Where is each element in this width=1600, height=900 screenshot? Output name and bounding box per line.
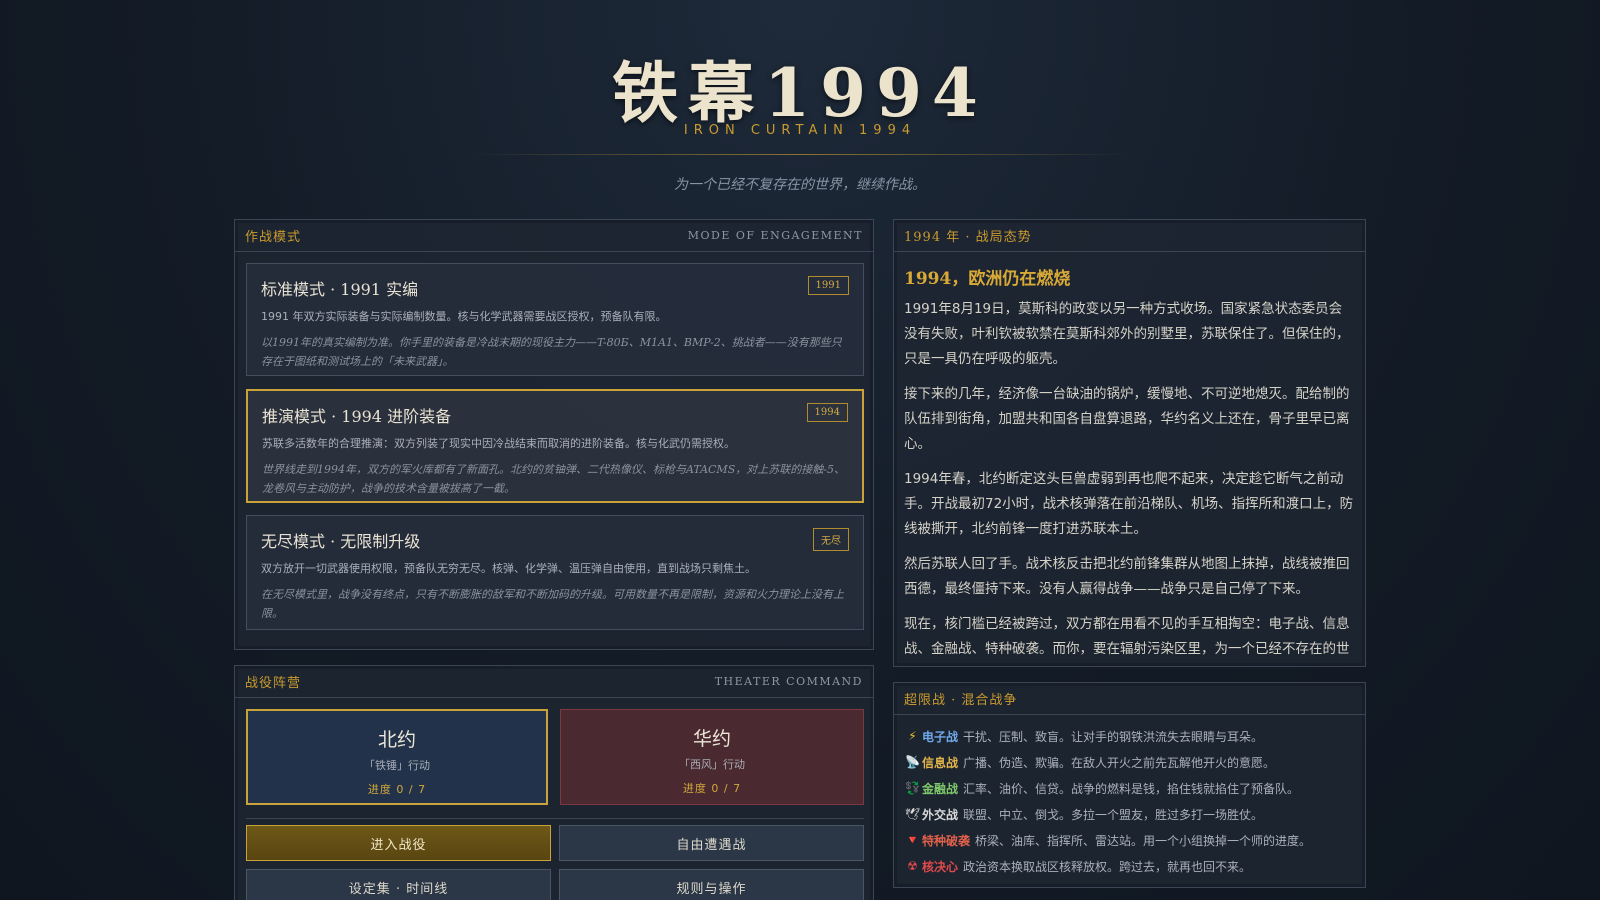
tagline: 为一个已经不复存在的世界，继续作战。 (674, 177, 926, 193)
mode-panel-title-en: MODE OF ENGAGEMENT (687, 229, 863, 242)
hybrid-item-desc: 联盟、中立、倒戈。多拉一个盟友，胜过多打一场胜仗。 (963, 807, 1264, 822)
mode-flavor: 世界线走到1994年，双方的军火库都有了新面孔。北约的贫铀弹、二代热像仪、标枪与… (262, 463, 845, 495)
faction-nato-button[interactable]: 北约 「铁锤」行动 进度 0 / 7 (246, 709, 548, 805)
mode-tag: 1994 (806, 403, 848, 422)
mode-panel-title: 作战模式 (245, 230, 302, 245)
faction-name: 北约 (377, 729, 416, 751)
theater-panel-header: 战役阵营 THEATER COMMAND (235, 666, 873, 698)
faction-progress: 进度 0 / 7 (367, 783, 427, 796)
rules-button[interactable]: 规则与操作 (559, 869, 864, 900)
mode-title: 标准模式 · 1991 实编 (261, 280, 419, 299)
settings-timeline-button[interactable]: 设定集 · 时间线 (246, 869, 551, 900)
situation-paragraph: 接下来的几年，经济像一台缺油的锅炉，缓慢地、不可逆地熄灭。配给制的队伍排到街角，… (904, 386, 1350, 452)
situation-scroll-area[interactable]: 1994，欧洲仍在燃烧 1991年8月19日，莫斯科的政变以另一种方式收场。国家… (894, 252, 1365, 666)
mode-tag: 1991 (807, 276, 849, 295)
mode-flavor: 以1991年的真实编制为准。你手里的装备是冷战末期的现役主力——T-80Б、M1… (261, 336, 842, 368)
faction-operation: 「西风」行动 (679, 758, 745, 771)
hybrid-item-desc: 汇率、油价、信贷。战争的燃料是钱，掐住钱就掐住了预备队。 (963, 781, 1300, 796)
hybrid-item-sabotage: 🔻 特种破袭 桥梁、油库、指挥所、雷达站。用一个小组换掉一个师的进度。 (894, 827, 1365, 853)
money-icon: 💱 (905, 781, 920, 795)
hybrid-item-name: 核决心 (922, 859, 959, 874)
page-title: 铁幕1994 (612, 54, 988, 132)
theater-panel-title-en: THEATER COMMAND (714, 675, 863, 688)
lightning-icon: ⚡ (908, 729, 917, 743)
mode-desc: 双方放开一切武器使用权限，预备队无穷无尽。核弹、化学弹、温压弹自由使用，直到战场… (261, 562, 756, 575)
theater-panel-title: 战役阵营 (245, 676, 302, 691)
mode-flavor: 在无尽模式里，战争没有终点，只有不断膨胀的敌军和不断加码的升级。可用数量不再是限… (261, 588, 844, 620)
mode-panel-header: 作战模式 MODE OF ENGAGEMENT (235, 220, 873, 252)
hybrid-item-diplomatic: 🕊 外交战 联盟、中立、倒戈。多拉一个盟友，胜过多打一场胜仗。 (894, 801, 1365, 827)
mode-desc: 苏联多活数年的合理推演：双方列装了现实中因冷战结束而取消的进阶装备。核与化武仍需… (262, 437, 735, 450)
hybrid-list: ⚡ 电子战 干扰、压制、致盲。让对手的钢铁洪流失去眼睛与耳朵。 📡 信息战 广播… (894, 723, 1365, 879)
theater-divider (246, 818, 864, 819)
mode-title: 推演模式 · 1994 进阶装备 (262, 407, 452, 426)
mode-title: 无尽模式 · 无限制升级 (261, 532, 421, 551)
situation-paragraph: 然后苏联人回了手。战术核反击把北约前锋集群从地图上抹掉，战线被推回西德，最终僵持… (904, 556, 1350, 597)
hybrid-item-name: 信息战 (922, 755, 959, 770)
page-subtitle: IRON CURTAIN 1994 (683, 123, 917, 138)
hybrid-item-financial: 💱 金融战 汇率、油价、信贷。战争的燃料是钱，掐住钱就掐住了预备队。 (894, 775, 1365, 801)
hybrid-item-name: 外交战 (922, 807, 959, 822)
mode-card-endless[interactable]: 无尽模式 · 无限制升级 无尽 双方放开一切武器使用权限，预备队无穷无尽。核弹、… (246, 515, 864, 630)
mode-desc: 1991 年双方实际装备与实际编制数量。核与化学武器需要战区授权，预备队有限。 (261, 310, 667, 323)
hybrid-panel-header: 超限战 · 混合战争 (894, 683, 1365, 715)
faction-operation: 「铁锤」行动 (364, 759, 430, 772)
hybrid-panel-title: 超限战 · 混合战争 (904, 693, 1018, 708)
hybrid-panel: 超限战 · 混合战争 ⚡ 电子战 干扰、压制、致盲。让对手的钢铁洪流失去眼睛与耳… (893, 682, 1366, 888)
hybrid-item-desc: 广播、伪造、欺骗。在敌人开火之前先瓦解他开火的意愿。 (963, 755, 1276, 770)
header-divider (470, 154, 1130, 155)
situation-paragraph: 1994年春，北约断定这头巨兽虚弱到再也爬不起来，决定趁它断气之前动手。开战最初… (904, 471, 1354, 537)
hybrid-item-nuclear: ☢ 核决心 政治资本换取战区核释放权。跨过去，就再也回不来。 (894, 853, 1365, 879)
faction-warsaw-pact-button[interactable]: 华约 「西风」行动 进度 0 / 7 (560, 709, 864, 805)
situation-panel-title: 1994 年 · 战局态势 (904, 230, 1032, 245)
hybrid-item-name: 特种破袭 (922, 833, 971, 848)
mode-card-standard[interactable]: 标准模式 · 1991 实编 1991 1991 年双方实际装备与实际编制数量。… (246, 263, 864, 376)
theater-panel: 战役阵营 THEATER COMMAND 北约 「铁锤」行动 进度 0 / 7 … (234, 665, 874, 900)
free-battle-button[interactable]: 自由遭遇战 (559, 825, 864, 861)
situation-paragraph: 现在，核门槛已经被跨过，双方都在用看不见的手互相掏空：电子战、信息战、金融战、特… (904, 616, 1350, 657)
enter-campaign-button[interactable]: 进入战役 (246, 825, 551, 861)
hybrid-item-desc: 干扰、压制、致盲。让对手的钢铁洪流失去眼睛与耳朵。 (963, 729, 1264, 744)
mode-panel: 作战模式 MODE OF ENGAGEMENT 标准模式 · 1991 实编 1… (234, 219, 874, 650)
dove-icon: 🕊 (904, 807, 921, 821)
mode-tag: 无尽 (813, 528, 849, 551)
hybrid-item-name: 金融战 (922, 781, 959, 796)
hybrid-item-desc: 政治资本换取战区核释放权。跨过去，就再也回不来。 (963, 859, 1252, 874)
broadcast-icon: 📡 (905, 755, 920, 769)
hybrid-item-name: 电子战 (922, 729, 959, 744)
hybrid-item-desc: 桥梁、油库、指挥所、雷达站。用一个小组换掉一个师的进度。 (975, 833, 1312, 848)
situation-heading: 1994，欧洲仍在燃烧 (904, 269, 1071, 289)
situation-panel-header: 1994 年 · 战局态势 (894, 220, 1365, 252)
mode-card-1994[interactable]: 推演模式 · 1994 进阶装备 1994 苏联多活数年的合理推演：双方列装了现… (246, 389, 864, 503)
drop-down-triangle-icon: 🔻 (905, 833, 920, 847)
faction-name: 华约 (692, 728, 731, 750)
situation-paragraph: 1991年8月19日，莫斯科的政变以另一种方式收场。国家紧急状态委员会没有失败，… (904, 301, 1350, 367)
faction-progress: 进度 0 / 7 (682, 782, 742, 795)
situation-panel: 1994 年 · 战局态势 1994，欧洲仍在燃烧 1991年8月19日，莫斯科… (893, 219, 1366, 667)
hybrid-item-information: 📡 信息战 广播、伪造、欺骗。在敌人开火之前先瓦解他开火的意愿。 (894, 749, 1365, 775)
hybrid-item-electronic: ⚡ 电子战 干扰、压制、致盲。让对手的钢铁洪流失去眼睛与耳朵。 (894, 723, 1365, 749)
radiation-icon: ☢ (907, 859, 918, 873)
